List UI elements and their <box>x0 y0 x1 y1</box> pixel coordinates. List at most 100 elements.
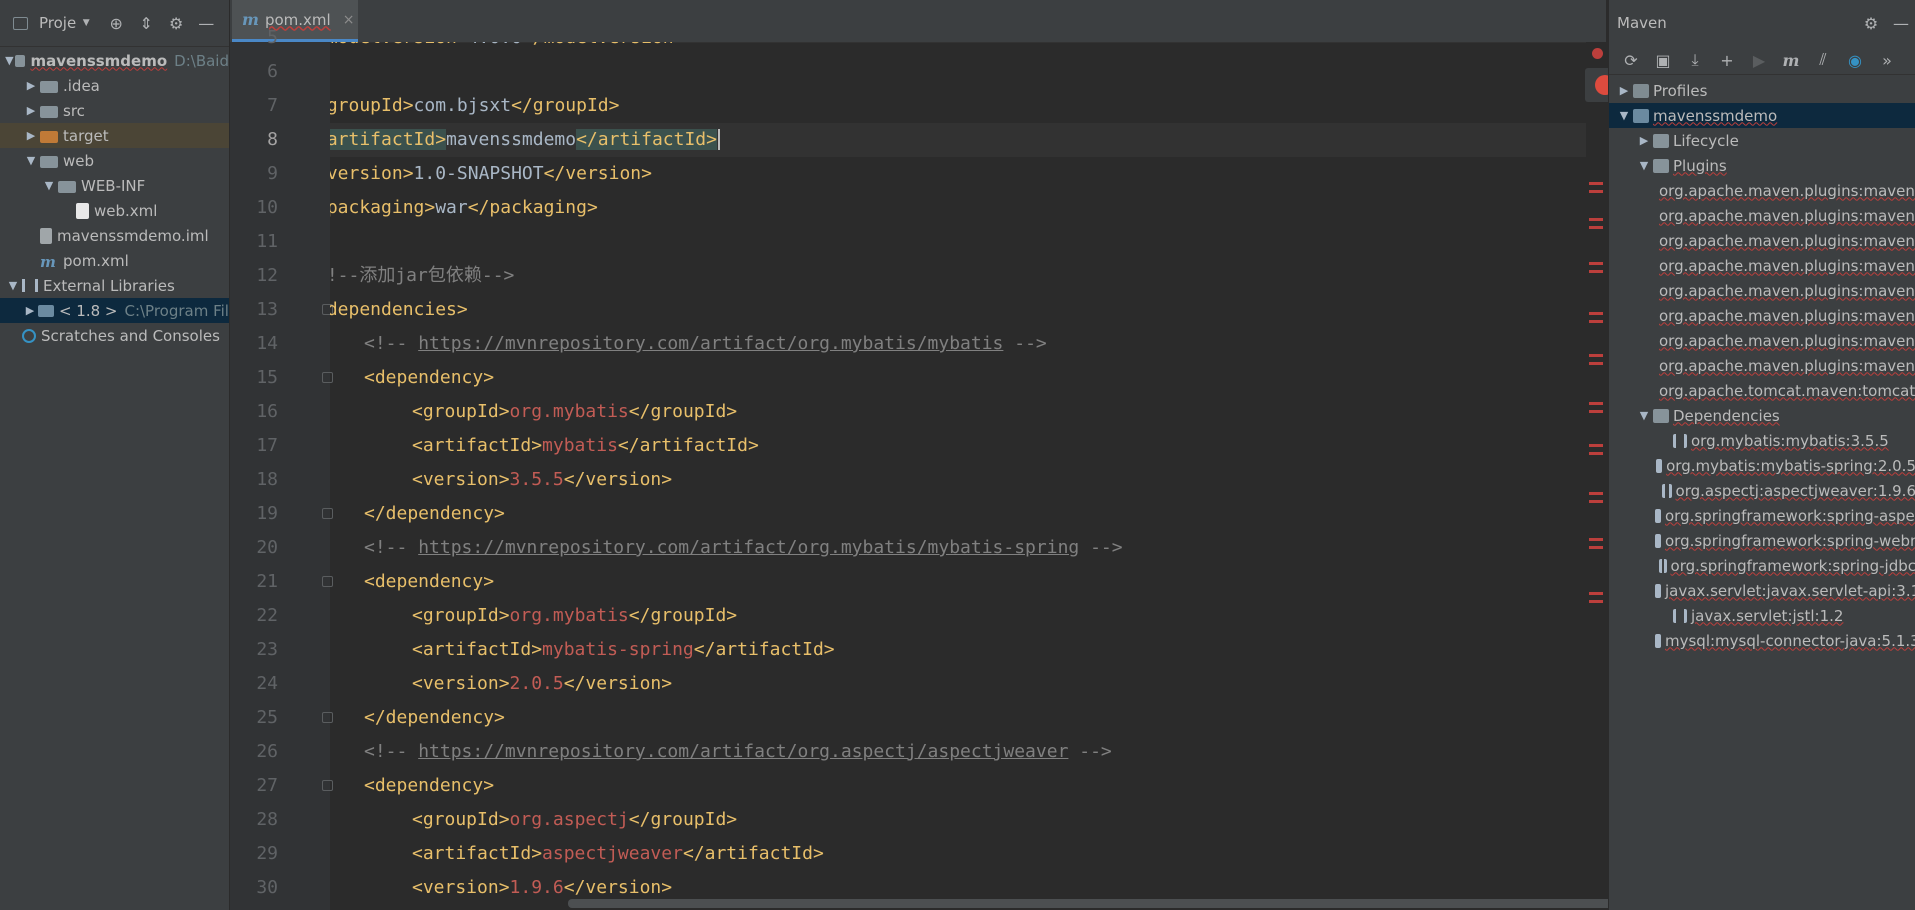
maven-tree-item[interactable]: org.apache.maven.plugins:maven-compiler-… <box>1609 203 1915 228</box>
expand-arrow-icon[interactable]: ▶ <box>1635 134 1653 147</box>
expand-arrow-icon[interactable]: ▶ <box>22 104 40 117</box>
maven-tree-item[interactable]: org.apache.maven.plugins:maven-site-plug… <box>1609 303 1915 328</box>
project-tree-item[interactable]: ▼ web <box>0 148 229 173</box>
code-line[interactable]: <!--添加jar包依赖--> <box>330 259 1586 293</box>
maven-tree-item[interactable]: org.mybatis:mybatis-spring:2.0.5 <box>1609 453 1915 478</box>
code-line[interactable]: <groupId>org.aspectj</groupId> <box>330 803 1586 837</box>
project-view-icon[interactable] <box>13 16 28 30</box>
code-line[interactable]: <version>3.5.5</version> <box>330 463 1586 497</box>
code-line[interactable] <box>330 225 1586 259</box>
toggle-offline-icon[interactable]: ⫽ <box>1813 50 1833 70</box>
maven-tree-item[interactable]: org.apache.maven.plugins:maven-clean-plu… <box>1609 178 1915 203</box>
error-stripe[interactable] <box>1586 42 1606 910</box>
code-line[interactable]: <artifactId>mavenssmdemo</artifactId> <box>330 123 1586 157</box>
code-line[interactable]: <modelVersion>4.0.0</modelVersion> <box>330 42 1586 55</box>
error-mark[interactable] <box>1589 262 1603 265</box>
code-line[interactable]: <groupId>org.mybatis</groupId> <box>330 395 1586 429</box>
maven-tree-item[interactable]: javax.servlet:jstl:1.2 <box>1609 603 1915 628</box>
maven-tree-item[interactable]: org.apache.maven.plugins:maven-surefire-… <box>1609 328 1915 353</box>
code-line[interactable]: </dependency> <box>330 701 1586 735</box>
code-line[interactable]: <artifactId>aspectjweaver</artifactId> <box>330 837 1586 871</box>
expand-arrow-icon[interactable]: ▼ <box>1635 159 1653 172</box>
more-chevron-icon[interactable]: » <box>1877 50 1897 70</box>
error-mark[interactable] <box>1589 492 1603 495</box>
project-tree-item[interactable]: Scratches and Consoles <box>0 323 229 348</box>
code-line[interactable]: <dependencies> <box>330 293 1586 327</box>
error-mark[interactable] <box>1589 190 1603 193</box>
project-tree-item[interactable]: ▼ WEB-INF <box>0 173 229 198</box>
project-tree-item[interactable]: ▶ < 1.8 > C:\Program Fil <box>0 298 229 323</box>
code-line[interactable]: <dependency> <box>330 361 1586 395</box>
code-view[interactable]: <modelVersion>4.0.0</modelVersion> <group… <box>330 42 1586 910</box>
expand-arrow-icon[interactable]: ▼ <box>1615 109 1633 122</box>
project-tree-item[interactable]: web.xml <box>0 198 229 223</box>
expand-arrow-icon[interactable]: ▶ <box>22 79 40 92</box>
dropdown-chevron-icon[interactable]: ▼ <box>76 13 96 33</box>
expand-arrow-icon[interactable]: ▼ <box>4 54 15 67</box>
error-mark[interactable] <box>1589 362 1603 365</box>
project-tree-item[interactable]: ▶ src <box>0 98 229 123</box>
error-mark[interactable] <box>1589 600 1603 603</box>
maven-tree-item[interactable]: org.apache.tomcat.maven:tomcat7-maven-pl… <box>1609 378 1915 403</box>
project-tree-item[interactable]: ▼ mavenssmdemo D:\Baid <box>0 48 229 73</box>
expand-arrow-icon[interactable]: ▼ <box>22 154 40 167</box>
expand-arrow-icon[interactable]: ▶ <box>22 129 40 142</box>
maven-tree-item[interactable]: org.springframework:spring-jdbc <box>1609 553 1915 578</box>
maven-tree-item[interactable]: ▶ Profiles <box>1609 78 1915 103</box>
expand-arrow-icon[interactable]: ▶ <box>1615 84 1633 97</box>
error-mark[interactable] <box>1589 410 1603 413</box>
error-mark[interactable] <box>1589 402 1603 405</box>
maven-tree-item[interactable]: org.apache.maven.plugins:maven-war-plugi… <box>1609 353 1915 378</box>
locate-icon[interactable]: ⊕ <box>106 13 126 33</box>
close-tab-icon[interactable]: × <box>343 12 355 28</box>
code-line[interactable]: <artifactId>mybatis</artifactId> <box>330 429 1586 463</box>
code-line[interactable]: <!-- https://mvnrepository.com/artifact/… <box>330 735 1586 769</box>
maven-tree-item[interactable]: org.apache.maven.plugins:maven-deploy-pl… <box>1609 228 1915 253</box>
code-line[interactable]: </dependency> <box>330 497 1586 531</box>
generate-sources-icon[interactable]: ▣ <box>1653 50 1673 70</box>
code-line[interactable] <box>330 55 1586 89</box>
error-mark[interactable] <box>1589 500 1603 503</box>
maven-tree-item[interactable]: org.apache.maven.plugins:maven-resources… <box>1609 278 1915 303</box>
code-line[interactable]: <groupId>org.mybatis</groupId> <box>330 599 1586 633</box>
expand-arrow-icon[interactable]: ▶ <box>22 304 38 317</box>
project-tree-item[interactable]: ▼ External Libraries <box>0 273 229 298</box>
error-mark[interactable] <box>1589 226 1603 229</box>
project-tree-item[interactable]: m pom.xml <box>0 248 229 273</box>
maven-tree-item[interactable]: ▼ Dependencies <box>1609 403 1915 428</box>
code-line[interactable]: <version>1.0-SNAPSHOT</version> <box>330 157 1586 191</box>
error-mark[interactable] <box>1589 218 1603 221</box>
error-mark[interactable] <box>1589 452 1603 455</box>
error-mark[interactable] <box>1589 320 1603 323</box>
error-mark[interactable] <box>1589 354 1603 357</box>
error-mark[interactable] <box>1589 312 1603 315</box>
error-mark[interactable] <box>1589 270 1603 273</box>
code-line[interactable]: <artifactId>mybatis-spring</artifactId> <box>330 633 1586 667</box>
project-tree-item[interactable]: ▶ .idea <box>0 73 229 98</box>
maven-tree-item[interactable]: ▼ mavenssmdemo <box>1609 103 1915 128</box>
code-line[interactable]: <!-- https://mvnrepository.com/artifact/… <box>330 327 1586 361</box>
error-mark[interactable] <box>1589 592 1603 595</box>
code-line[interactable]: <version>2.0.5</version> <box>330 667 1586 701</box>
expand-arrow-icon[interactable]: ▼ <box>4 279 22 292</box>
reimport-icon[interactable]: ⟳ <box>1621 50 1641 70</box>
maven-tree-item[interactable]: javax.servlet:javax.servlet-api:3.1.0 <box>1609 578 1915 603</box>
maven-tree-item[interactable]: org.mybatis:mybatis:3.5.5 <box>1609 428 1915 453</box>
code-line[interactable]: <groupId>com.bjsxt</groupId> <box>330 89 1586 123</box>
maven-tree-item[interactable]: org.springframework:spring-webmvc <box>1609 528 1915 553</box>
error-mark[interactable] <box>1589 546 1603 549</box>
maven-tree-item[interactable]: org.apache.maven.plugins:maven-install-p… <box>1609 253 1915 278</box>
run-icon[interactable]: ▶ <box>1749 50 1769 70</box>
error-mark[interactable] <box>1589 444 1603 447</box>
horizontal-scrollbar[interactable] <box>568 899 1738 908</box>
maven-tree-item[interactable]: org.springframework:spring-aspects <box>1609 503 1915 528</box>
download-icon[interactable]: ⤓ <box>1685 50 1705 70</box>
maven-tree-item[interactable]: mysql:mysql-connector-java:5.1.38 <box>1609 628 1915 653</box>
hide-icon[interactable]: — <box>1891 13 1911 33</box>
code-line[interactable]: <dependency> <box>330 769 1586 803</box>
error-indicator-icon[interactable] <box>1592 48 1603 59</box>
code-line[interactable]: <!-- https://mvnrepository.com/artifact/… <box>330 531 1586 565</box>
maven-tree-item[interactable]: ▼ Plugins <box>1609 153 1915 178</box>
collapse-all-icon[interactable]: ⇕ <box>136 13 156 33</box>
expand-arrow-icon[interactable]: ▼ <box>1635 409 1653 422</box>
